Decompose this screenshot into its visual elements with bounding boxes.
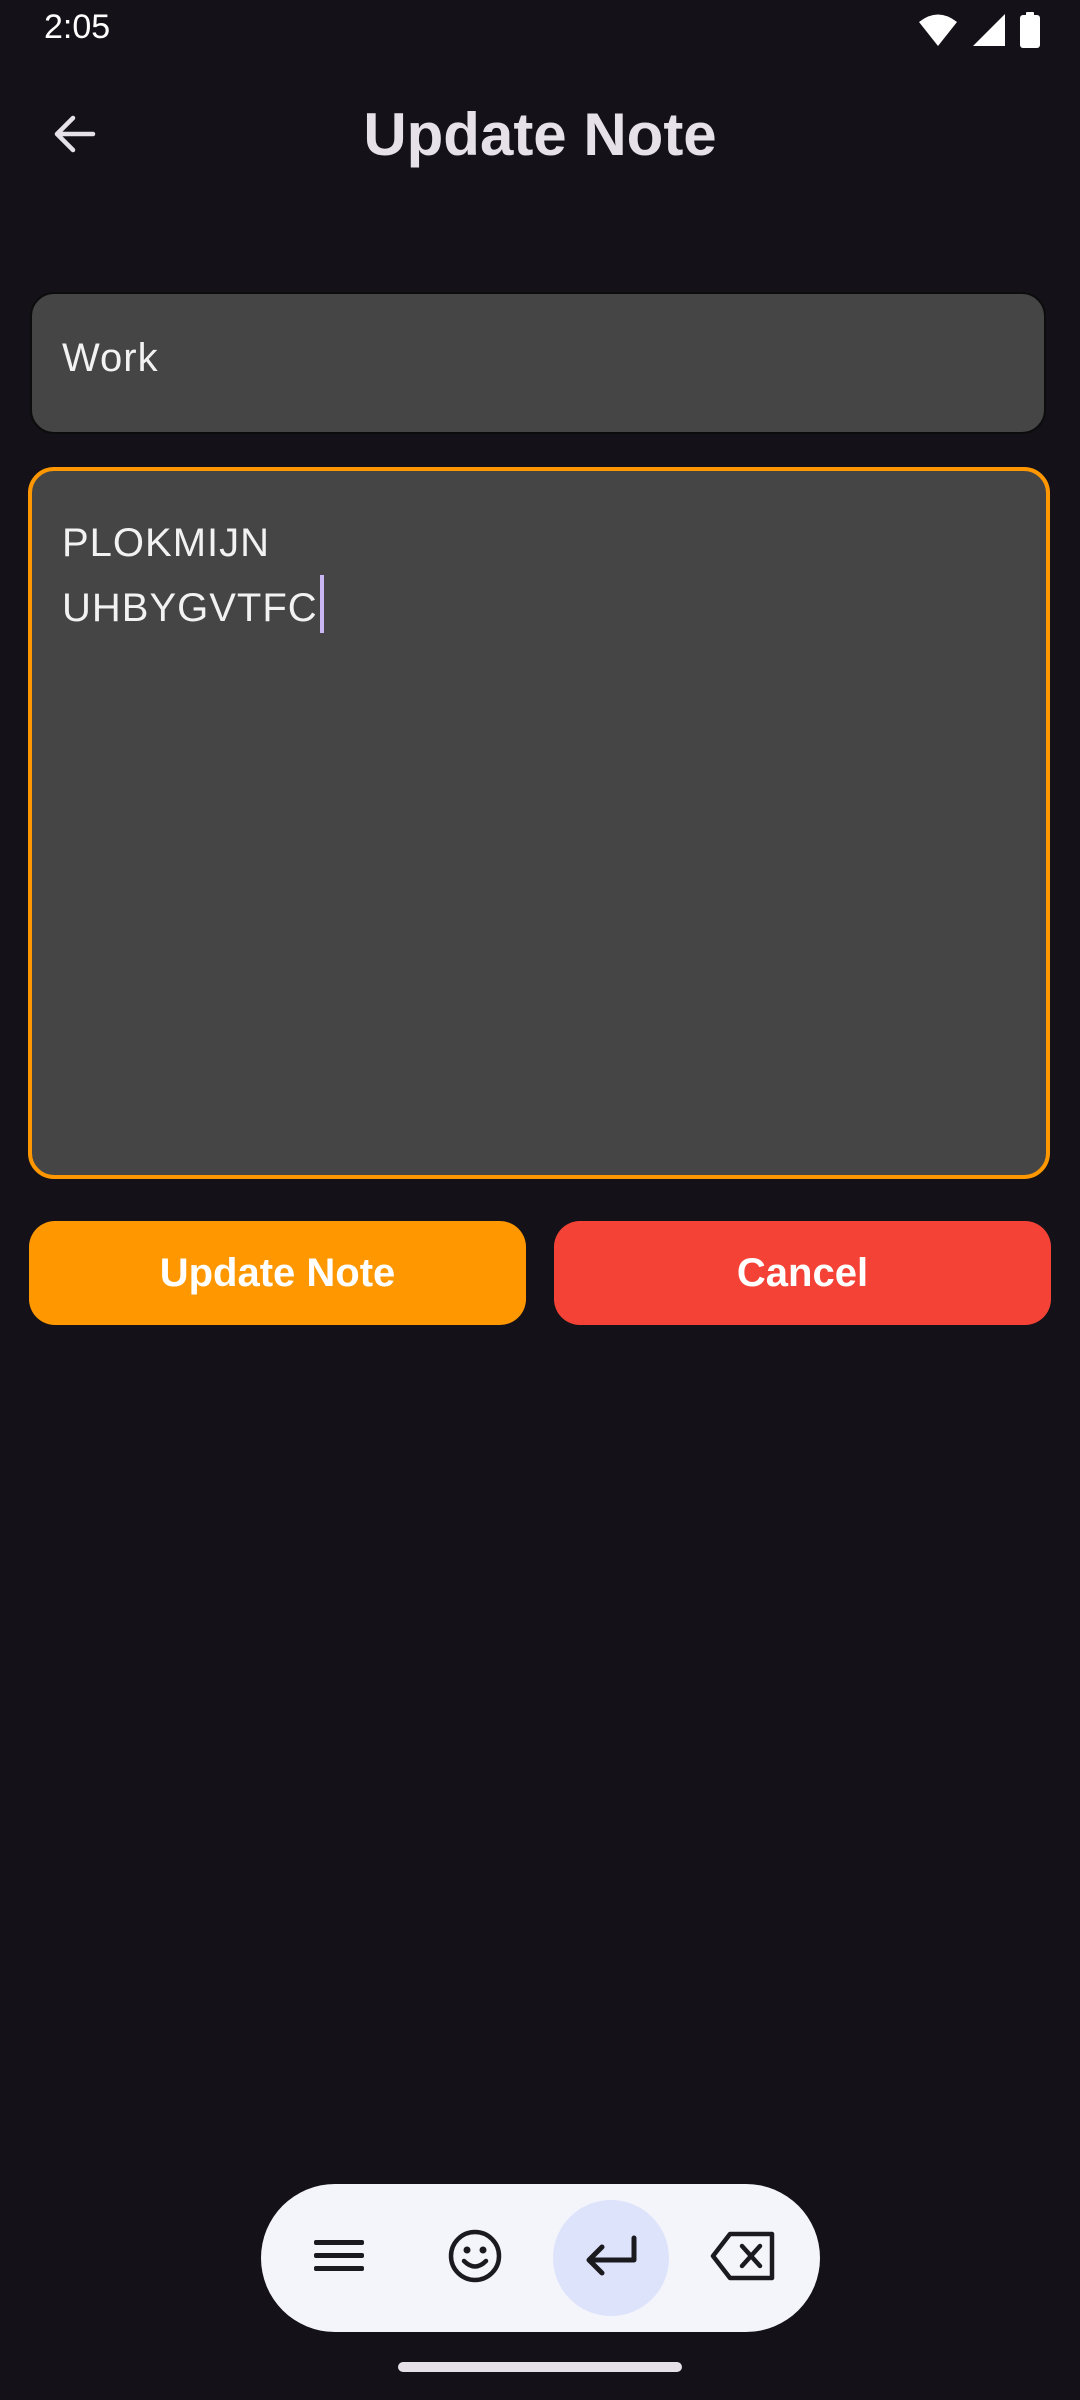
enter-icon (582, 2234, 640, 2283)
keyboard-toolbar (261, 2184, 820, 2332)
cancel-button[interactable]: Cancel (554, 1221, 1051, 1325)
note-title-value: Work (62, 336, 159, 380)
status-time: 2:05 (44, 8, 111, 46)
backspace-icon (710, 2231, 776, 2286)
cancel-label: Cancel (736, 1250, 869, 1295)
home-indicator[interactable] (398, 2362, 682, 2372)
keyboard-backspace-button[interactable] (685, 2200, 801, 2316)
status-icons (918, 12, 1040, 53)
emoji-icon (447, 2228, 503, 2289)
note-body-field[interactable]: PLOKMIJN UHBYGVTFC (28, 467, 1050, 1179)
keyboard-enter-button[interactable] (553, 2200, 669, 2316)
battery-icon (1020, 12, 1040, 53)
update-note-label: Update Note (159, 1250, 396, 1295)
text-caret (319, 575, 324, 633)
signal-icon (972, 13, 1006, 52)
status-bar: 2:05 (0, 0, 1080, 60)
note-title-field[interactable]: Work (30, 292, 1046, 434)
note-body-text: PLOKMIJN UHBYGVTFC (62, 511, 324, 640)
keyboard-emoji-button[interactable] (417, 2200, 533, 2316)
wifi-icon (918, 13, 958, 52)
keyboard-menu-button[interactable] (281, 2200, 397, 2316)
page-title: Update Note (363, 101, 717, 168)
menu-icon (312, 2236, 366, 2281)
update-note-button[interactable]: Update Note (29, 1221, 526, 1325)
note-body-value: PLOKMIJN UHBYGVTFC (62, 521, 318, 630)
app-bar: Update Note (0, 80, 1080, 190)
